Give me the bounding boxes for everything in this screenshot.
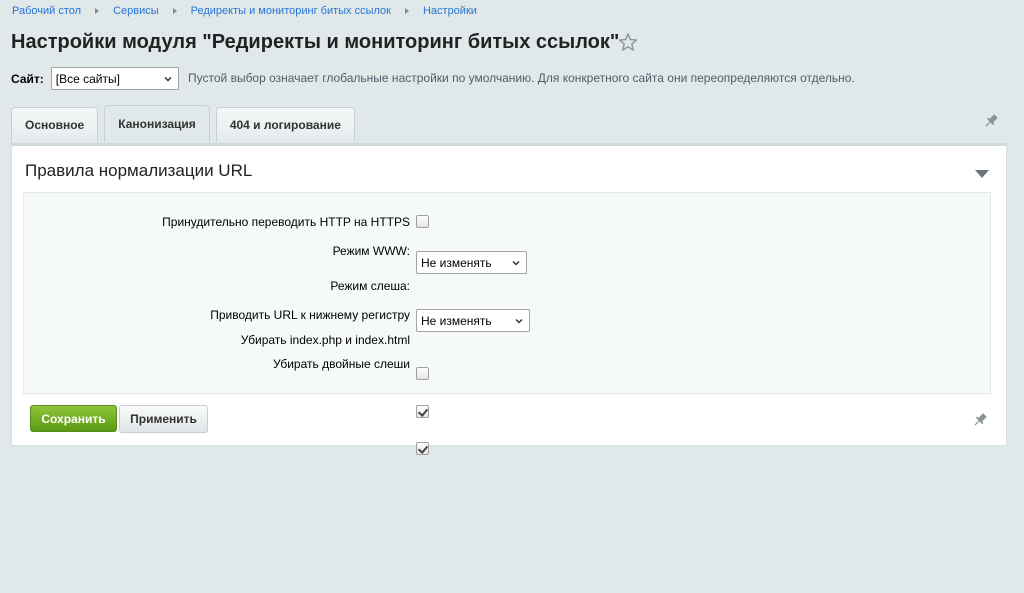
collapse-triangle-icon[interactable]	[974, 166, 990, 184]
tab-main[interactable]: Основное	[11, 107, 99, 142]
tab-canonization-label: Канонизация	[118, 117, 196, 131]
breadcrumb-module[interactable]: Редиректы и мониторинг битых ссылок	[191, 5, 391, 17]
https-label: Принудительно переводить HTTP на HTTPS	[162, 215, 410, 229]
remove-index-checkbox[interactable]	[416, 405, 429, 418]
settings-panel: Правила нормализации URL Принудительно п…	[11, 143, 1007, 455]
lowercase-checkbox[interactable]	[416, 367, 429, 380]
www-mode-label: Режим WWW:	[332, 244, 410, 258]
www-mode-value: Не изменять	[421, 255, 492, 270]
remove-index-label: Убирать index.php и index.html	[240, 333, 410, 347]
star-icon[interactable]	[618, 32, 638, 52]
apply-button[interactable]: Применить	[119, 405, 208, 433]
section-title: Правила нормализации URL	[25, 161, 253, 180]
site-select[interactable]: [Все сайты]	[50, 67, 179, 90]
tab-canonization[interactable]: Канонизация	[104, 105, 210, 142]
tab-main-label: Основное	[25, 118, 85, 132]
breadcrumb-settings[interactable]: Настройки	[423, 5, 477, 17]
tab-404-logging[interactable]: 404 и логирование	[215, 107, 355, 142]
breadcrumb-arrow-icon	[172, 8, 177, 14]
chevron-down-icon	[514, 315, 524, 329]
form-area: Принудительно переводить HTTP на HTTPS Р…	[23, 192, 991, 455]
breadcrumb-arrow-icon	[404, 8, 409, 14]
slash-mode-select[interactable]: Не изменять	[416, 309, 530, 332]
chevron-down-icon	[163, 73, 173, 87]
site-label: Сайт:	[11, 71, 44, 86]
double-slash-checkbox[interactable]	[416, 442, 429, 455]
pin-icon[interactable]	[973, 412, 987, 428]
save-button[interactable]: Сохранить	[30, 405, 117, 432]
slash-mode-value: Не изменять	[421, 313, 492, 328]
site-select-value: [Все сайты]	[55, 71, 120, 86]
breadcrumb-desktop[interactable]: Рабочий стол	[12, 5, 81, 17]
tab-404-logging-label: 404 и логирование	[229, 118, 341, 132]
double-slash-label: Убирать двойные слеши	[273, 357, 410, 371]
breadcrumb-arrow-icon	[95, 8, 100, 14]
pin-icon[interactable]	[984, 113, 998, 129]
tab-bar: Основное Канонизация 404 и логирование	[11, 105, 361, 142]
chevron-down-icon	[511, 257, 521, 271]
www-mode-select[interactable]: Не изменять	[416, 251, 527, 274]
site-hint: Пустой выбор означает глобальные настрой…	[188, 71, 855, 85]
slash-mode-label: Режим слеша:	[330, 279, 410, 293]
breadcrumb-services[interactable]: Сервисы	[113, 5, 159, 17]
breadcrumb: Рабочий стол Сервисы Редиректы и монитор…	[12, 5, 477, 17]
https-checkbox[interactable]	[416, 215, 429, 228]
site-row: Сайт: [Все сайты]	[11, 67, 179, 90]
lowercase-label: Приводить URL к нижнему регистру	[210, 308, 410, 322]
page-title: Настройки модуля "Редиректы и мониторинг…	[11, 31, 620, 53]
